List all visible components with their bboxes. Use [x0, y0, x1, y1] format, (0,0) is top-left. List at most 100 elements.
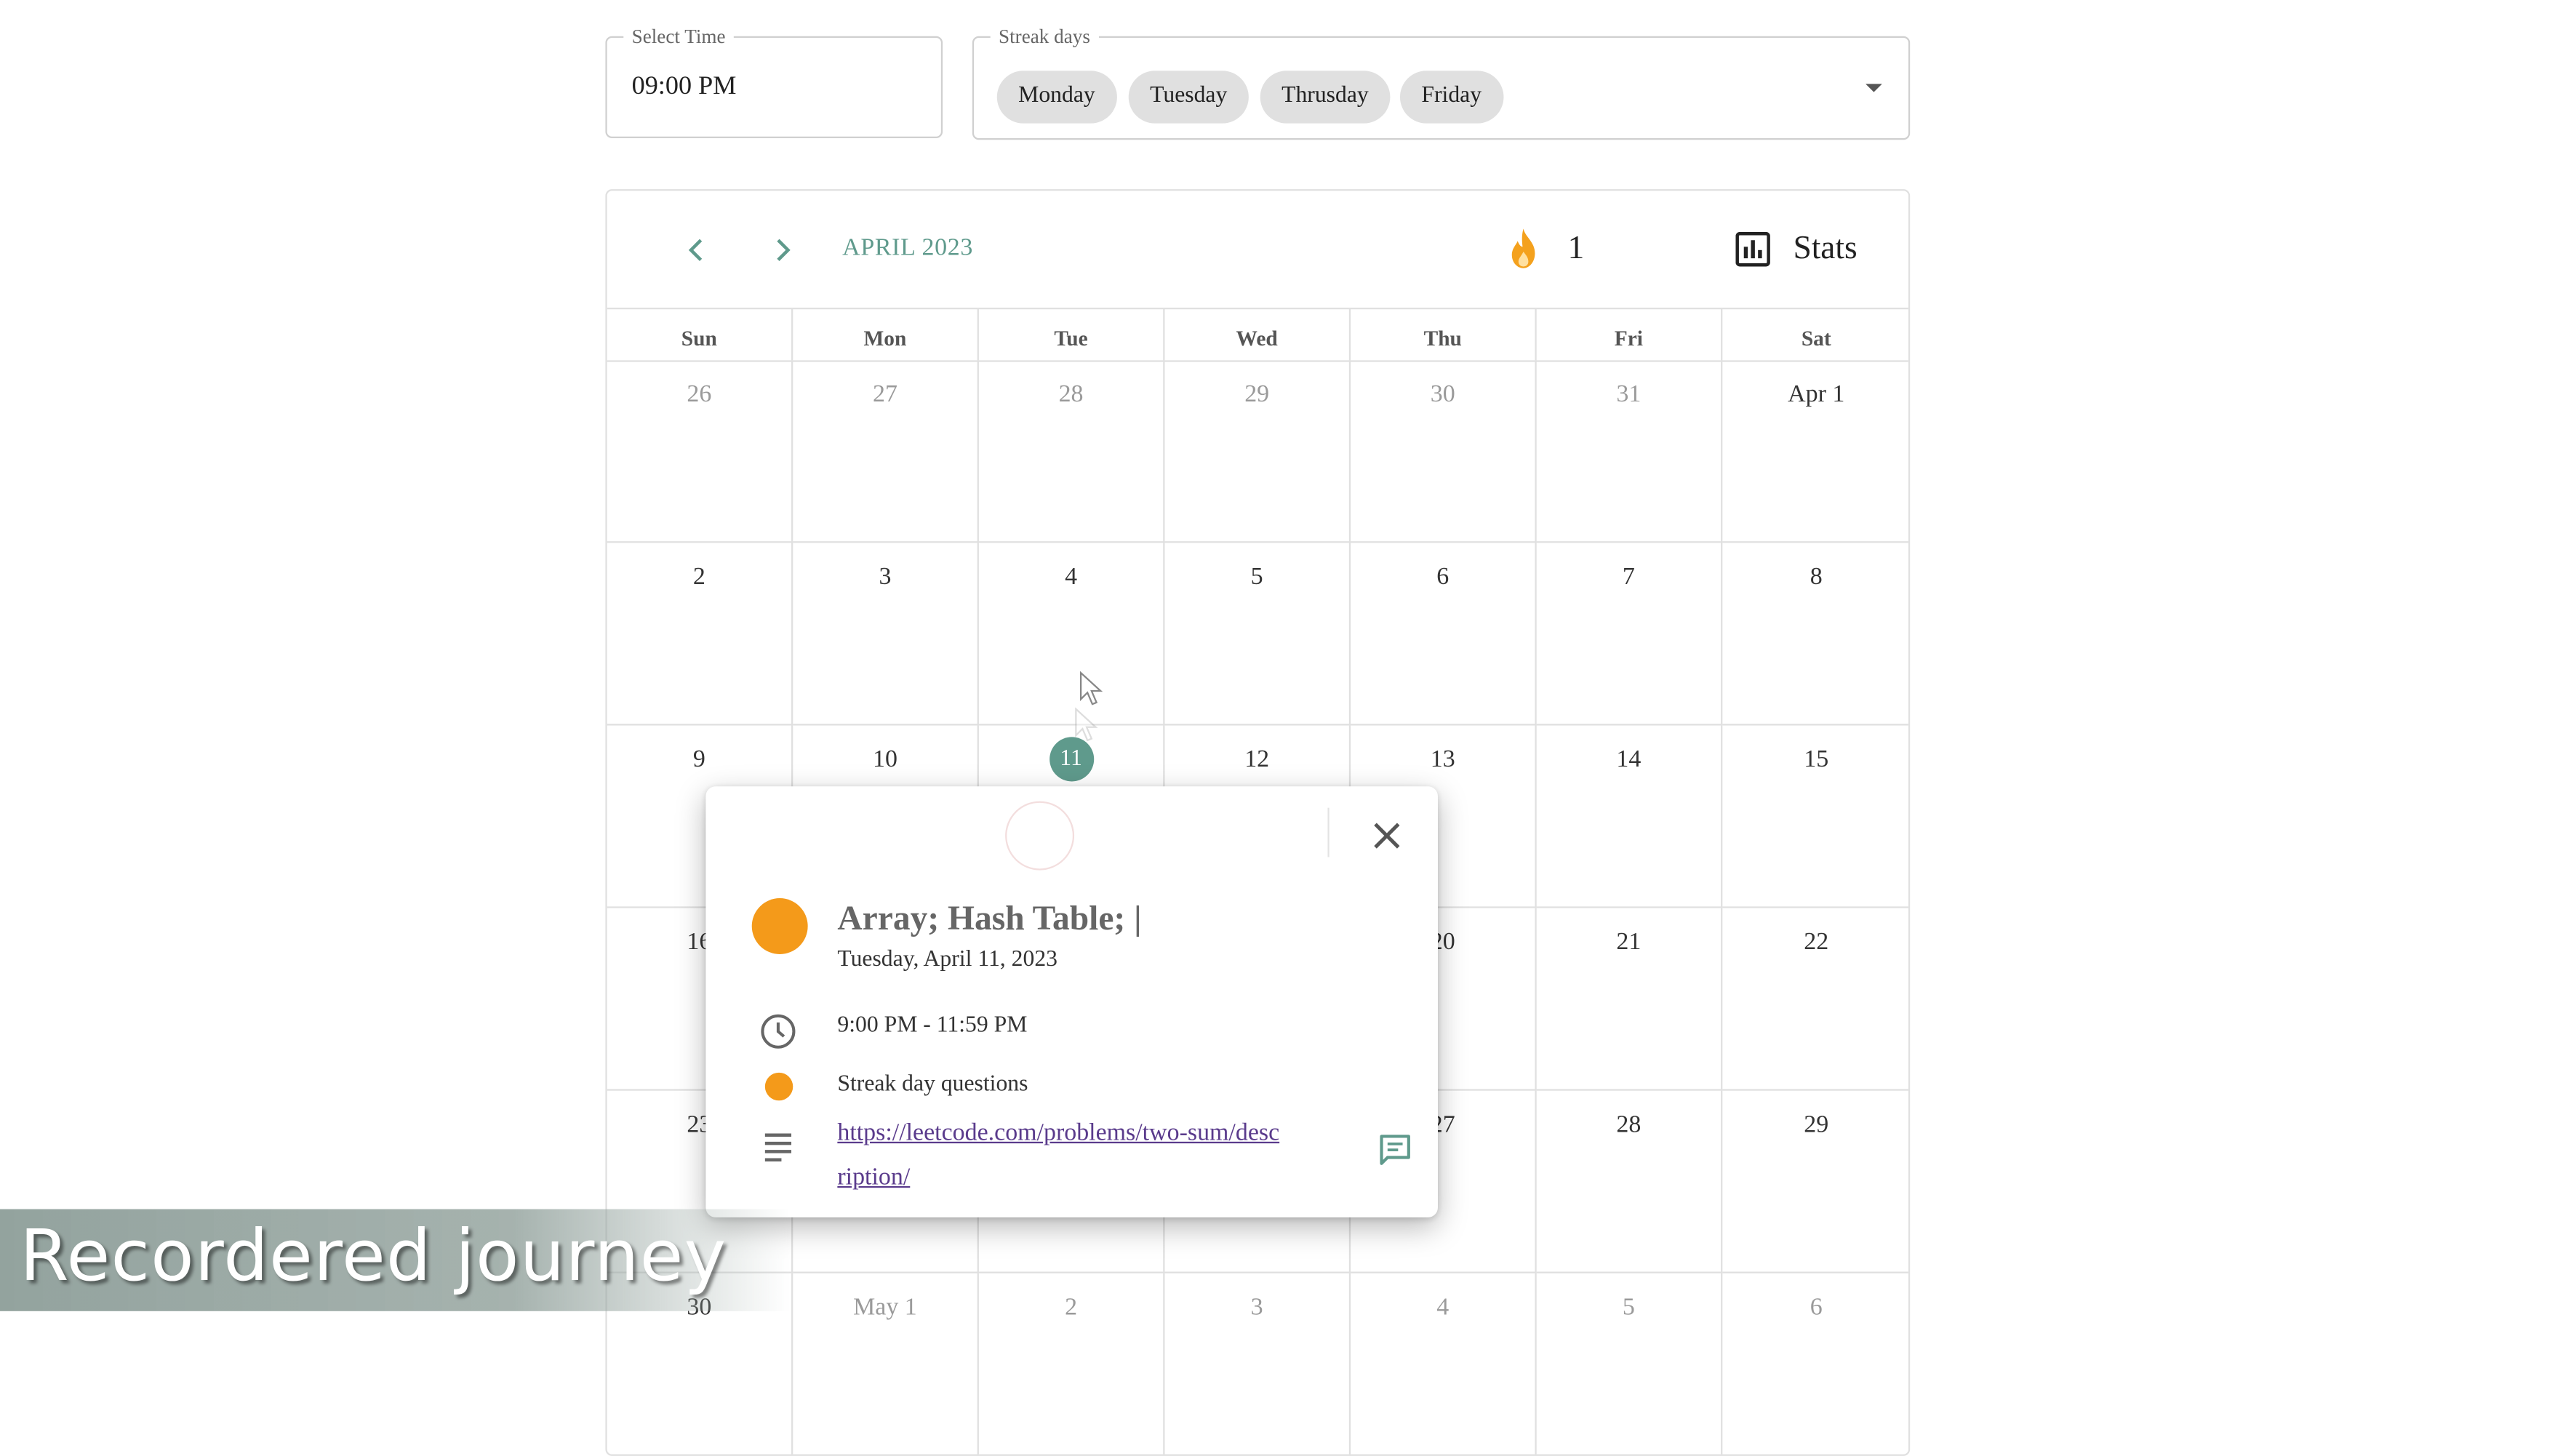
day-number[interactable]: 28 [1616, 1109, 1641, 1142]
calendar-day-cell[interactable]: 5 [1164, 543, 1351, 726]
weekday-wed: Wed [1164, 307, 1351, 361]
clock-icon [761, 1014, 796, 1049]
day-number[interactable]: 3 [879, 561, 891, 593]
day-number[interactable]: 28 [1059, 378, 1084, 411]
watermark-banner: Recordered journey [0, 1209, 790, 1311]
day-number[interactable]: 4 [1065, 561, 1077, 593]
event-date: Tuesday, April 11, 2023 [837, 947, 1058, 972]
calendar-day-cell[interactable]: 2 [607, 543, 793, 726]
weekday-mon: Mon [793, 307, 979, 361]
calendar-day-cell[interactable]: 22 [1722, 908, 1908, 1091]
flame-icon [1511, 228, 1535, 268]
watermark-text: Recordered journey [20, 1215, 727, 1298]
day-number[interactable]: 10 [873, 743, 897, 776]
today-date-badge[interactable]: 11 [1049, 737, 1094, 782]
stats-button[interactable]: Stats [1794, 231, 1858, 268]
calendar-day-cell[interactable]: 6 [1722, 1273, 1908, 1455]
weekday-thu: Thu [1351, 307, 1537, 361]
calendar-day-cell[interactable]: 8 [1722, 543, 1908, 726]
day-number[interactable]: 15 [1804, 743, 1828, 776]
day-number[interactable]: 26 [687, 378, 711, 411]
weekday-sat: Sat [1801, 325, 1831, 351]
day-number[interactable]: 14 [1616, 743, 1641, 776]
select-time-field[interactable]: Select Time 09:00 PM [605, 24, 943, 139]
weekday-sun: Sun [607, 307, 793, 361]
comment-icon[interactable] [1377, 1132, 1413, 1168]
day-number[interactable]: 30 [1431, 378, 1455, 411]
close-icon[interactable] [1367, 816, 1407, 855]
day-number[interactable]: 2 [1065, 1292, 1077, 1324]
app-root: Select Time 09:00 PM Streak days Monday … [0, 0, 2555, 1456]
weekday-header: Sun Mon Tue Wed Thu Fri Sat [607, 307, 1908, 362]
calendar-day-cell[interactable]: 29 [1722, 1091, 1908, 1273]
calendar-day-cell[interactable]: 21 [1536, 908, 1723, 1091]
day-number[interactable]: 13 [1431, 743, 1455, 776]
dropdown-caret-icon[interactable] [1866, 84, 1882, 92]
day-number[interactable]: 29 [1804, 1109, 1828, 1142]
day-number[interactable]: 4 [1436, 1292, 1449, 1324]
streak-chip-friday[interactable]: Friday [1399, 71, 1503, 124]
day-number[interactable]: 22 [1804, 927, 1828, 959]
event-time-range: 9:00 PM - 11:59 PM [837, 1013, 1028, 1039]
day-number[interactable]: 6 [1810, 1292, 1823, 1324]
calendar-color-dot [764, 1072, 793, 1101]
streak-days-select[interactable]: Streak days Monday Tuesday Thrusday Frid… [972, 24, 1911, 140]
day-number[interactable]: 6 [1436, 561, 1449, 593]
calendar-day-cell[interactable]: 2 [978, 1273, 1165, 1455]
streak-days-label: Streak days [990, 24, 1099, 48]
streak-chip-thursday[interactable]: Thrusday [1260, 71, 1391, 124]
streak-count: 1 [1567, 230, 1585, 267]
day-number[interactable]: 27 [873, 378, 897, 411]
day-number[interactable]: 3 [1251, 1292, 1263, 1324]
calendar-day-cell[interactable]: 29 [1164, 360, 1351, 543]
calendar-day-cell[interactable]: 4 [1351, 1273, 1537, 1455]
calendar-day-cell[interactable]: 7 [1536, 543, 1723, 726]
ripple-ring [1005, 801, 1075, 871]
calendar-day-cell[interactable]: 26 [607, 360, 793, 543]
day-number[interactable]: 2 [693, 561, 705, 593]
day-number[interactable]: Apr 1 [1788, 378, 1844, 411]
weekday-fri: Fri [1537, 307, 1723, 361]
calendar-day-cell[interactable]: 15 [1722, 726, 1908, 908]
description-icon [764, 1133, 792, 1161]
calendar-day-cell[interactable]: 5 [1536, 1273, 1723, 1455]
day-number[interactable]: May 1 [853, 1292, 917, 1324]
streak-chip-monday[interactable]: Monday [996, 71, 1117, 124]
calendar-day-cell[interactable]: 27 [793, 360, 979, 543]
calendar-day-cell[interactable]: 3 [1164, 1273, 1351, 1455]
chevron-left-icon[interactable] [676, 231, 716, 270]
day-number[interactable]: 5 [1623, 1292, 1635, 1324]
streak-chip-tuesday[interactable]: Tuesday [1128, 71, 1249, 124]
calendar-day-cell[interactable]: 6 [1351, 543, 1537, 726]
weekday-tue: Tue [979, 307, 1165, 361]
calendar-toolbar: APRIL 2023 1 Stats [607, 191, 1908, 310]
day-number[interactable]: 5 [1251, 561, 1263, 593]
mouse-cursor-icon [1080, 671, 1103, 705]
day-number[interactable]: 29 [1244, 378, 1269, 411]
day-number[interactable]: 21 [1616, 927, 1641, 959]
calendar-day-cell[interactable]: 3 [793, 543, 979, 726]
chevron-right-icon[interactable] [764, 231, 803, 270]
day-number[interactable]: 8 [1810, 561, 1823, 593]
bar-chart-icon[interactable] [1735, 231, 1770, 267]
calendar-day-cell[interactable]: 31 [1536, 360, 1723, 543]
day-number[interactable]: 31 [1616, 378, 1641, 411]
day-number[interactable]: 7 [1623, 561, 1635, 593]
select-time-value[interactable]: 09:00 PM [632, 73, 737, 103]
calendar-day-cell[interactable]: 28 [1536, 1090, 1723, 1273]
calendar-day-cell[interactable]: 28 [978, 360, 1165, 543]
month-label: APRIL 2023 [842, 235, 974, 262]
calendar-day-cell[interactable]: 30 [1351, 360, 1537, 543]
day-number[interactable]: 12 [1244, 743, 1269, 776]
calendar-day-cell[interactable]: 14 [1536, 725, 1723, 908]
event-link[interactable]: https://leetcode.com/problems/two-sum/de… [837, 1112, 1282, 1201]
event-color-dot [751, 898, 808, 954]
day-number[interactable]: 9 [693, 743, 705, 776]
popover-divider [1327, 807, 1330, 857]
calendar-day-cell[interactable]: 4 [978, 543, 1165, 726]
event-title: Array; Hash Table; | [837, 898, 1142, 938]
select-time-label: Select Time [623, 24, 734, 48]
calendar-day-cell[interactable]: May 1 [793, 1273, 979, 1455]
calendar-day-cell[interactable]: Apr 1 [1722, 360, 1908, 543]
mouse-cursor-trail-icon [1075, 707, 1098, 742]
